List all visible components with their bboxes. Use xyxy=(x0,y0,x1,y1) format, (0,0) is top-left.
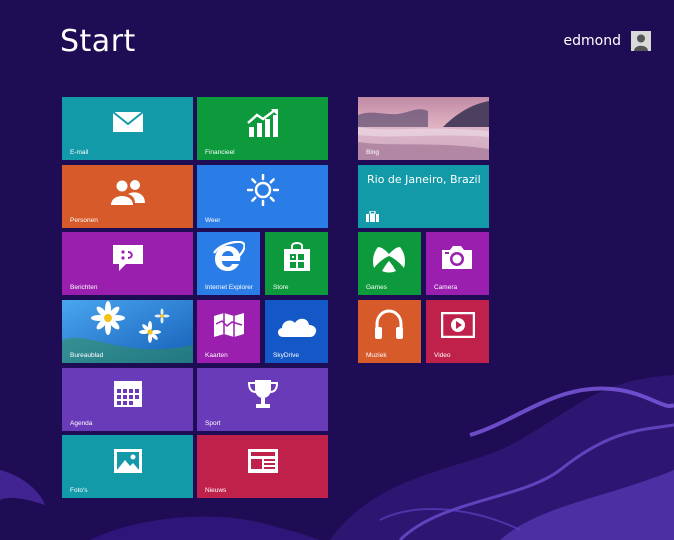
start-title: Start xyxy=(60,24,136,59)
tile-label: Kaarten xyxy=(205,352,228,359)
tile-bing[interactable]: Bing xyxy=(358,97,489,160)
trophy-icon xyxy=(247,380,279,408)
tile-store[interactable]: Store xyxy=(265,232,328,295)
tile-label: Weer xyxy=(205,217,221,224)
tile-label: Video xyxy=(434,352,451,359)
headphones-icon xyxy=(375,309,403,339)
suitcase-icon xyxy=(366,211,379,222)
tile-maps[interactable]: Kaarten xyxy=(197,300,260,363)
tile-internet-explorer[interactable]: Internet Explorer xyxy=(197,232,260,295)
tile-label: Muziek xyxy=(366,352,387,359)
tile-label: Personen xyxy=(70,217,98,224)
tile-camera[interactable]: Camera xyxy=(426,232,489,295)
username: edmond xyxy=(563,33,621,49)
tile-sport[interactable]: Sport xyxy=(197,368,328,431)
shopping-bag-icon xyxy=(284,242,310,271)
tile-desktop[interactable]: Bureaublad xyxy=(62,300,193,363)
tile-weather[interactable]: Weer xyxy=(197,165,328,228)
start-screen: Start edmond E-mail Financieel Personen … xyxy=(0,0,674,540)
xbox-icon xyxy=(373,247,405,273)
envelope-icon xyxy=(112,111,144,132)
tile-label: Foto's xyxy=(70,487,88,494)
tile-label: Internet Explorer xyxy=(205,284,254,291)
sun-icon xyxy=(247,174,279,206)
play-icon xyxy=(441,312,475,338)
tile-skydrive[interactable]: SkyDrive xyxy=(265,300,328,363)
tile-finance[interactable]: Financieel xyxy=(197,97,328,160)
tile-label: Sport xyxy=(205,420,221,427)
tile-games[interactable]: Games xyxy=(358,232,421,295)
tile-label: Nieuws xyxy=(205,487,227,494)
people-icon xyxy=(111,180,145,205)
tile-label: Games xyxy=(366,284,387,291)
tile-photos[interactable]: Foto's xyxy=(62,435,193,498)
chat-bubble-icon xyxy=(113,245,143,271)
tile-news[interactable]: Nieuws xyxy=(197,435,328,498)
tile-label: Agenda xyxy=(70,420,93,427)
tile-calendar[interactable]: Agenda xyxy=(62,368,193,431)
tile-label: SkyDrive xyxy=(273,352,300,359)
tile-music[interactable]: Muziek xyxy=(358,300,421,363)
newspaper-icon xyxy=(248,449,278,473)
tile-label: Berichten xyxy=(70,284,98,291)
tile-messaging[interactable]: Berichten xyxy=(62,232,193,295)
user-account[interactable]: edmond xyxy=(564,31,651,51)
tile-label: Store xyxy=(273,284,289,291)
tile-people[interactable]: Personen xyxy=(62,165,193,228)
folded-map-icon xyxy=(214,313,244,337)
tile-label: E-mail xyxy=(70,149,89,156)
ie-logo-icon xyxy=(213,241,245,271)
travel-city: Rio de Janeiro, Brazil xyxy=(367,173,481,186)
tile-mail[interactable]: E-mail xyxy=(62,97,193,160)
tile-label: Camera xyxy=(434,284,458,291)
camera-icon xyxy=(442,246,472,269)
tile-travel[interactable]: Rio de Janeiro, Brazil xyxy=(358,165,489,228)
calendar-icon xyxy=(114,381,142,407)
tile-video[interactable]: Video xyxy=(426,300,489,363)
tile-label: Financieel xyxy=(205,149,235,156)
chart-up-icon xyxy=(247,109,278,137)
tile-label: Bureaublad xyxy=(70,352,104,359)
user-avatar-icon xyxy=(631,31,651,51)
picture-icon xyxy=(114,449,142,473)
tile-label: Bing xyxy=(366,149,380,156)
cloud-icon xyxy=(277,318,317,337)
